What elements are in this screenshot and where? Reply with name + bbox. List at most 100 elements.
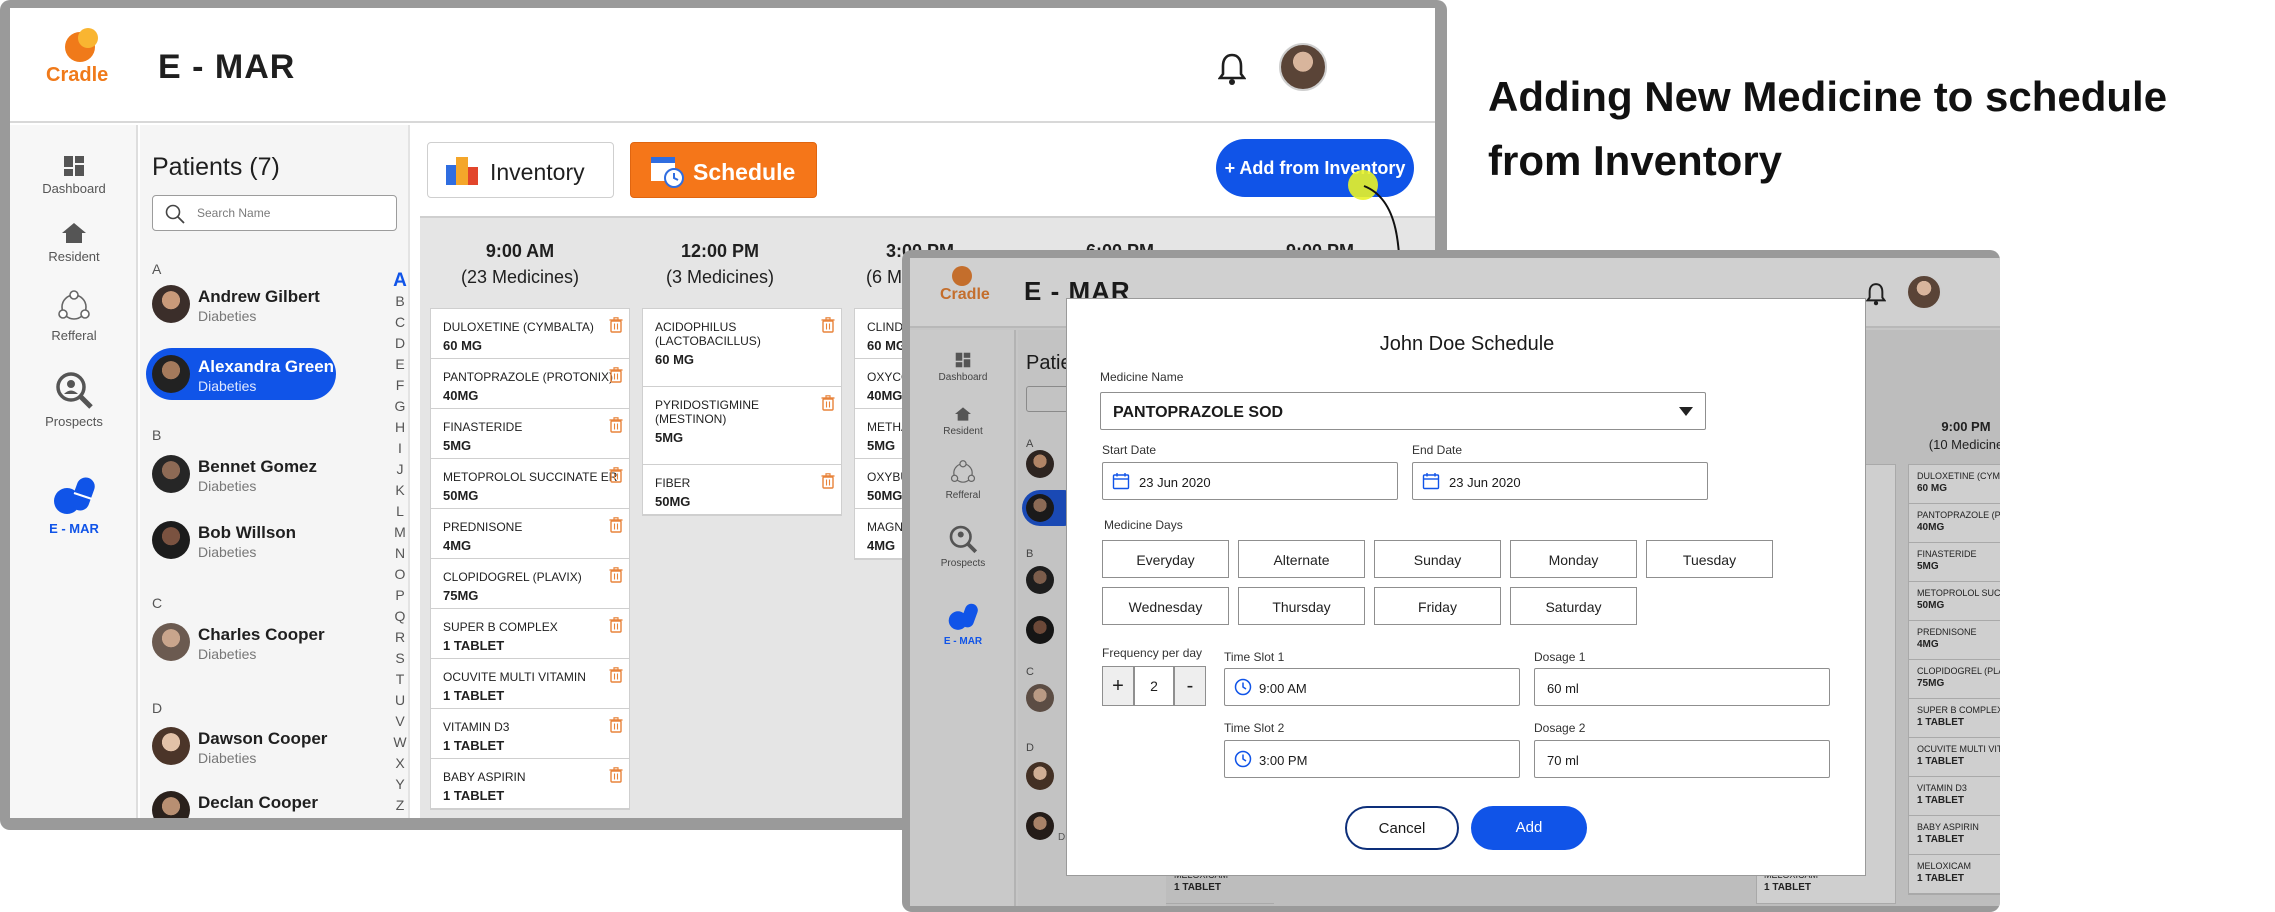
medicine-item[interactable]: CLOPIDOGREL (PLAVIX) 75MG bbox=[431, 559, 629, 609]
medicine-item[interactable]: METOPROLOL SUCCINATE ER 50MG bbox=[431, 459, 629, 509]
day-saturday-button[interactable]: Saturday bbox=[1510, 587, 1637, 625]
user-avatar[interactable] bbox=[1279, 43, 1327, 91]
trash-icon[interactable] bbox=[609, 567, 623, 583]
end-date-field[interactable]: 23 Jun 2020 bbox=[1412, 462, 1708, 500]
alphabet-letter[interactable]: L bbox=[390, 501, 410, 522]
alphabet-letter[interactable]: H bbox=[390, 417, 410, 438]
day-wednesday-button[interactable]: Wednesday bbox=[1102, 587, 1229, 625]
alphabet-letter[interactable]: O bbox=[390, 564, 410, 585]
medicine-item[interactable]: VITAMIN D3 1 TABLET bbox=[431, 709, 629, 759]
alphabet-letter[interactable]: F bbox=[390, 375, 410, 396]
add-button[interactable]: Add bbox=[1471, 806, 1587, 850]
patient-row[interactable]: Bob Willson Diabeties bbox=[146, 514, 336, 566]
day-alternate-button[interactable]: Alternate bbox=[1238, 540, 1365, 578]
dosage-1-field[interactable]: 60 ml bbox=[1534, 668, 1830, 706]
alphabet-letter[interactable]: E bbox=[390, 354, 410, 375]
alphabet-letter[interactable]: Q bbox=[390, 606, 410, 627]
tab-inventory[interactable]: Inventory bbox=[427, 142, 614, 198]
alphabet-index[interactable]: ABCDEFGHIJKLMNOPQRSTUVWXYZ bbox=[390, 270, 410, 816]
nav-resident[interactable]: Resident bbox=[910, 406, 1016, 437]
alphabet-letter[interactable]: V bbox=[390, 711, 410, 732]
bell-icon[interactable] bbox=[1866, 282, 1886, 306]
day-thursday-button[interactable]: Thursday bbox=[1238, 587, 1365, 625]
trash-icon[interactable] bbox=[609, 717, 623, 733]
dosage-2-field[interactable]: 70 ml bbox=[1534, 740, 1830, 778]
alphabet-letter[interactable]: Z bbox=[390, 795, 410, 816]
trash-icon[interactable] bbox=[609, 317, 623, 333]
nav-refferal[interactable]: Refferal bbox=[910, 460, 1016, 501]
alphabet-letter[interactable]: C bbox=[390, 312, 410, 333]
trash-icon[interactable] bbox=[821, 395, 835, 411]
alphabet-letter[interactable]: A bbox=[390, 270, 410, 291]
alphabet-letter[interactable]: I bbox=[390, 438, 410, 459]
medicine-item[interactable]: SUPER B COMPLEX 1 TABLET bbox=[431, 609, 629, 659]
patient-row[interactable]: Declan Cooper bbox=[146, 784, 336, 818]
nav-resident[interactable]: Resident bbox=[10, 221, 138, 264]
frequency-decrement-button[interactable]: - bbox=[1174, 666, 1206, 706]
user-avatar[interactable] bbox=[1906, 274, 1942, 310]
alphabet-letter[interactable]: B bbox=[390, 291, 410, 312]
alphabet-letter[interactable]: N bbox=[390, 543, 410, 564]
nav-refferal[interactable]: Refferal bbox=[10, 290, 138, 343]
trash-icon[interactable] bbox=[609, 417, 623, 433]
start-date-field[interactable]: 23 Jun 2020 bbox=[1102, 462, 1398, 500]
alphabet-letter[interactable]: T bbox=[390, 669, 410, 690]
medicine-select[interactable]: PANTOPRAZOLE SOD bbox=[1100, 392, 1706, 430]
alphabet-letter[interactable]: R bbox=[390, 627, 410, 648]
patient-row[interactable]: Andrew Gilbert Diabeties bbox=[146, 278, 336, 330]
alphabet-letter[interactable]: U bbox=[390, 690, 410, 711]
patient-row[interactable]: Charles Cooper Diabeties bbox=[146, 616, 336, 668]
trash-icon[interactable] bbox=[609, 767, 623, 783]
frequency-value[interactable]: 2 bbox=[1134, 666, 1174, 706]
alphabet-letter[interactable]: K bbox=[390, 480, 410, 501]
trash-icon[interactable] bbox=[821, 317, 835, 333]
medicine-item[interactable]: PREDNISONE 4MG bbox=[431, 509, 629, 559]
trash-icon[interactable] bbox=[609, 517, 623, 533]
cancel-button[interactable]: Cancel bbox=[1345, 806, 1459, 850]
day-monday-button[interactable]: Monday bbox=[1510, 540, 1637, 578]
alphabet-letter[interactable]: D bbox=[390, 333, 410, 354]
medicine-item[interactable]: DULOXETINE (CYMBALTA) 60 MG bbox=[431, 309, 629, 359]
day-tuesday-button[interactable]: Tuesday bbox=[1646, 540, 1773, 578]
trash-icon[interactable] bbox=[609, 667, 623, 683]
alphabet-letter[interactable]: P bbox=[390, 585, 410, 606]
alphabet-letter[interactable]: G bbox=[390, 396, 410, 417]
patient-row-selected[interactable]: Alexandra Green Diabeties bbox=[146, 348, 336, 400]
end-date-value: 23 Jun 2020 bbox=[1449, 475, 1521, 490]
day-everyday-button[interactable]: Everyday bbox=[1102, 540, 1229, 578]
trash-icon[interactable] bbox=[609, 617, 623, 633]
time-slot-2-field[interactable]: 3:00 PM bbox=[1224, 740, 1520, 778]
nav-dashboard[interactable]: Dashboard bbox=[910, 352, 1016, 383]
search-input[interactable]: Search Name bbox=[152, 195, 397, 231]
medicine-item[interactable]: FIBER 50MG bbox=[643, 465, 841, 515]
nav-prospects[interactable]: Prospects bbox=[910, 524, 1016, 569]
medicine-item[interactable]: OCUVITE MULTI VITAMIN 1 TABLET bbox=[431, 659, 629, 709]
alphabet-letter[interactable]: M bbox=[390, 522, 410, 543]
day-sunday-button[interactable]: Sunday bbox=[1374, 540, 1501, 578]
day-friday-button[interactable]: Friday bbox=[1374, 587, 1501, 625]
slot-header: 12:00 PM (3 Medicines) bbox=[620, 238, 820, 290]
medicine-item[interactable]: BABY ASPIRIN 1 TABLET bbox=[431, 759, 629, 809]
time-slot-1-field[interactable]: 9:00 AM bbox=[1224, 668, 1520, 706]
trash-icon[interactable] bbox=[609, 367, 623, 383]
alphabet-letter[interactable]: S bbox=[390, 648, 410, 669]
medicine-item[interactable]: FINASTERIDE 5MG bbox=[431, 409, 629, 459]
alphabet-letter[interactable]: Y bbox=[390, 774, 410, 795]
alphabet-letter[interactable]: X bbox=[390, 753, 410, 774]
nav-emar[interactable]: E - MAR bbox=[910, 602, 1016, 647]
nav-prospects[interactable]: Prospects bbox=[10, 370, 138, 429]
medicine-item[interactable]: PYRIDOSTIGMINE (MESTINON) 5MG bbox=[643, 387, 841, 465]
medicine-item[interactable]: ACIDOPHILUS (LACTOBACILLUS) 60 MG bbox=[643, 309, 841, 387]
patient-row[interactable]: Dawson Cooper Diabeties bbox=[146, 720, 336, 772]
medicine-item[interactable]: PANTOPRAZOLE (PROTONIX) 40MG bbox=[431, 359, 629, 409]
trash-icon[interactable] bbox=[821, 473, 835, 489]
tab-schedule[interactable]: Schedule bbox=[630, 142, 817, 198]
alphabet-letter[interactable]: W bbox=[390, 732, 410, 753]
trash-icon[interactable] bbox=[609, 467, 623, 483]
bell-icon[interactable] bbox=[1218, 52, 1246, 86]
alphabet-letter[interactable]: J bbox=[390, 459, 410, 480]
patient-row[interactable]: Bennet Gomez Diabeties bbox=[146, 448, 336, 500]
nav-dashboard[interactable]: Dashboard bbox=[10, 155, 138, 196]
frequency-increment-button[interactable]: + bbox=[1102, 666, 1134, 706]
nav-emar[interactable]: E - MAR bbox=[10, 475, 138, 536]
